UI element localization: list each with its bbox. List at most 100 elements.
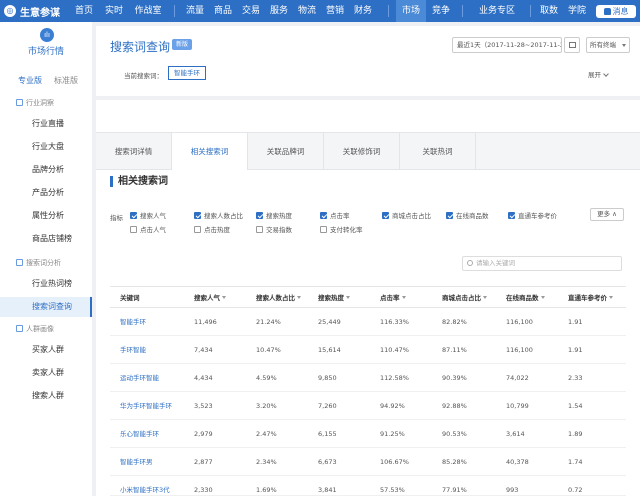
- nav-logistics[interactable]: 物流: [294, 0, 320, 22]
- nav-home[interactable]: 首页: [70, 0, 98, 22]
- tab-modifier-words[interactable]: 关联修饰词: [324, 133, 400, 170]
- nav-data-fetch[interactable]: 取数: [536, 0, 562, 22]
- nav-realtime[interactable]: 实时: [100, 0, 128, 22]
- checkbox-ztc-price[interactable]: 直通车参考价: [508, 212, 557, 221]
- sidebar-item-brand-analysis[interactable]: 品牌分析: [0, 160, 92, 180]
- version-tab-standard[interactable]: 标准版: [54, 75, 78, 86]
- cell-search-heat: 15,614: [318, 346, 341, 354]
- nav-war-room[interactable]: 作战室: [130, 0, 166, 22]
- table-row: 手环智能 7,434 10.47% 15,614 110.47% 87.11% …: [110, 336, 626, 364]
- nav-traffic[interactable]: 流量: [182, 0, 208, 22]
- cell-ctr: 94.92%: [380, 402, 405, 410]
- terminal-select[interactable]: 所有终端: [586, 37, 630, 53]
- sidebar-item-attribute-analysis[interactable]: 属性分析: [0, 206, 92, 226]
- cell-search-share: 4.59%: [256, 374, 277, 382]
- checkbox-icon: [130, 226, 137, 233]
- industry-icon: [16, 99, 23, 106]
- sidebar-item-sellers[interactable]: 卖家人群: [0, 363, 92, 383]
- nav-competition[interactable]: 竞争: [428, 0, 454, 22]
- checkbox-search-heat[interactable]: 搜索热度: [256, 212, 292, 221]
- nav-market[interactable]: 市场: [396, 0, 426, 22]
- tab-hot-words[interactable]: 关联热词: [400, 133, 476, 170]
- cell-keyword[interactable]: 智能手环男: [120, 448, 153, 476]
- cell-keyword[interactable]: 华为手环智能手环: [120, 392, 172, 420]
- cell-ctr: 106.67%: [380, 458, 409, 466]
- version-tab-pro[interactable]: 专业版: [18, 75, 42, 86]
- nav-academy[interactable]: 学院: [564, 0, 590, 22]
- section-title: 相关搜索词: [110, 176, 168, 187]
- col-ctr[interactable]: 点击率: [380, 287, 406, 309]
- checkbox-search-popularity[interactable]: 搜索人气: [130, 212, 166, 221]
- nav-service[interactable]: 服务: [266, 0, 292, 22]
- checkbox-pay-conversion[interactable]: 支付转化率: [320, 226, 363, 235]
- sidebar-item-hot-words[interactable]: 行业热词榜: [0, 274, 92, 294]
- cell-ctr: 57.53%: [380, 486, 405, 494]
- checkbox-ctr[interactable]: 点击率: [320, 212, 350, 221]
- cell-search-share: 21.24%: [256, 318, 281, 326]
- cell-keyword[interactable]: 小米智能手环3代: [120, 476, 170, 496]
- col-search-popularity[interactable]: 搜索人气: [194, 287, 226, 309]
- nav-trade[interactable]: 交易: [238, 0, 264, 22]
- checkbox-search-share[interactable]: 搜索人数占比: [194, 212, 243, 221]
- page-title: 搜索词查询: [110, 40, 171, 54]
- tab-keyword-detail[interactable]: 搜索词详情: [96, 133, 172, 170]
- sidebar-item-product-analysis[interactable]: 产品分析: [0, 183, 92, 203]
- checkbox-icon: [194, 212, 201, 219]
- keyword-search-input[interactable]: 请输入关键词: [462, 256, 622, 271]
- checkbox-click-heat[interactable]: 点击热度: [194, 226, 230, 235]
- cell-search-popularity: 2,979: [194, 430, 213, 438]
- cell-search-share: 3.20%: [256, 402, 277, 410]
- sidebar-item-industry-overview[interactable]: 行业大盘: [0, 137, 92, 157]
- message-button[interactable]: 消息: [596, 5, 636, 18]
- cell-keyword[interactable]: 手环智能: [120, 336, 146, 364]
- cell-keyword[interactable]: 运动手环智能: [120, 364, 159, 392]
- nav-goods[interactable]: 商品: [210, 0, 236, 22]
- checkbox-icon: [256, 226, 263, 233]
- tab-related-keywords[interactable]: 相关搜索词: [172, 133, 248, 170]
- checkbox-online-items[interactable]: 在线商品数: [446, 212, 489, 221]
- cell-search-popularity: 7,434: [194, 346, 213, 354]
- nav-finance[interactable]: 财务: [350, 0, 376, 22]
- sort-icon: [401, 296, 406, 299]
- table-row: 智能手环男 2,877 2.34% 6,673 106.67% 85.28% 4…: [110, 448, 626, 476]
- checkbox-click-popularity[interactable]: 点击人气: [130, 226, 166, 235]
- checkbox-icon: [446, 212, 453, 219]
- sort-icon: [540, 296, 545, 299]
- cell-ztc-price: 1.91: [568, 346, 583, 354]
- col-mall-click-share[interactable]: 商城点击占比: [442, 287, 487, 309]
- table-row: 小米智能手环3代 2,330 1.69% 3,841 57.53% 77.91%…: [110, 476, 626, 496]
- date-range-picker[interactable]: 最近1天（2017-11-28~2017-11-28）: [452, 37, 562, 53]
- sort-icon: [297, 296, 301, 299]
- more-button[interactable]: 更多 ∧: [590, 208, 624, 221]
- nav-business-zone[interactable]: 业务专区: [472, 0, 522, 22]
- logo-icon: ◎: [4, 5, 16, 17]
- current-keyword-tag[interactable]: 智能手环: [168, 66, 206, 80]
- col-ztc-price[interactable]: 直通车参考价: [568, 287, 613, 309]
- col-search-heat[interactable]: 搜索热度: [318, 287, 350, 309]
- crowd-icon: [16, 325, 23, 332]
- cell-online-items: 74,022: [506, 374, 529, 382]
- sidebar-item-shop-ranking[interactable]: 商品店铺榜: [0, 229, 92, 249]
- col-online-items[interactable]: 在线商品数: [506, 287, 545, 309]
- tab-brand-words[interactable]: 关联品牌词: [248, 133, 324, 170]
- cell-ztc-price: 0.72: [568, 486, 583, 494]
- current-keyword-label: 当前搜索词：: [124, 72, 163, 80]
- col-search-share[interactable]: 搜索人数占比: [256, 287, 301, 309]
- nav-marketing[interactable]: 营销: [322, 0, 348, 22]
- calendar-button[interactable]: [564, 37, 580, 53]
- checkbox-mall-click-share[interactable]: 商城点击占比: [382, 212, 431, 221]
- sidebar-item-searchers[interactable]: 搜索人群: [0, 386, 92, 406]
- cell-mall-click-share: 92.88%: [442, 402, 467, 410]
- page-header: 搜索词查询 新版 最近1天（2017-11-28~2017-11-28） 所有终…: [96, 26, 640, 96]
- checkbox-trade-index[interactable]: 交易指数: [256, 226, 292, 235]
- sidebar-item-keyword-query[interactable]: 搜索词查询: [0, 297, 92, 317]
- sidebar-item-buyers[interactable]: 买家人群: [0, 340, 92, 360]
- sidebar-item-industry-live[interactable]: 行业直播: [0, 114, 92, 134]
- checkbox-icon: [320, 212, 327, 219]
- app-logo[interactable]: ◎ 生意参谋: [4, 4, 60, 19]
- cell-keyword[interactable]: 智能手环: [120, 308, 146, 336]
- expand-toggle[interactable]: 展开: [588, 69, 609, 79]
- cell-mall-click-share: 90.53%: [442, 430, 467, 438]
- cell-keyword[interactable]: 乐心智能手环: [120, 420, 159, 448]
- sidebar-group-industry: 行业洞察: [16, 98, 54, 108]
